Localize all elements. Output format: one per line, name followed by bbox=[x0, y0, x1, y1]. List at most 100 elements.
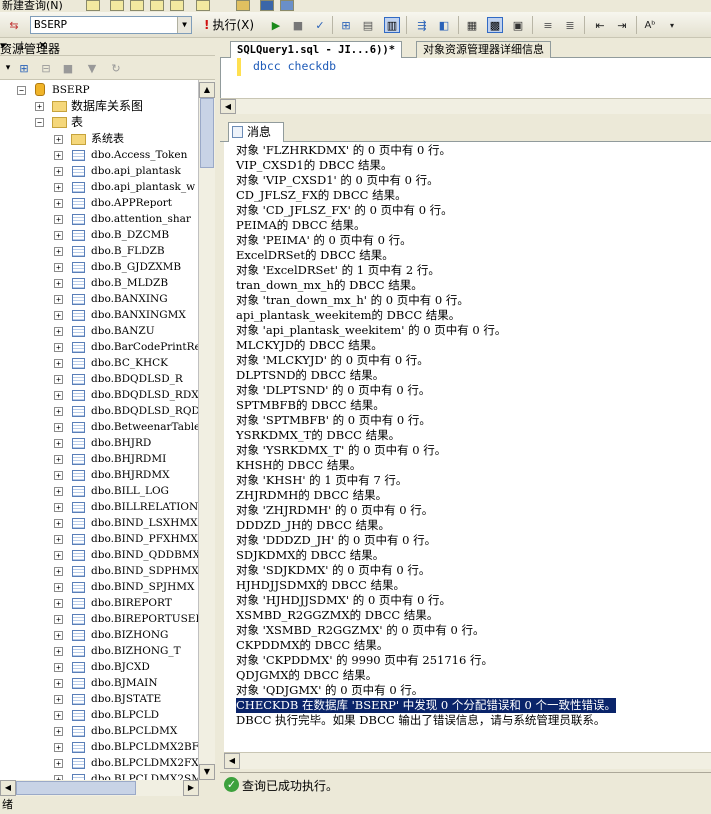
analysis-query-icon[interactable] bbox=[130, 0, 144, 11]
expand-icon[interactable]: + bbox=[54, 535, 63, 544]
available-databases-select[interactable]: BSERP ▼ bbox=[30, 16, 192, 34]
results-to-file-icon[interactable]: ▣ bbox=[510, 17, 526, 33]
tree-node-table[interactable]: + dbo.BIZHONG_T bbox=[0, 643, 198, 659]
scroll-left-icon[interactable]: ◀ bbox=[220, 99, 236, 114]
tab-object-explorer-details[interactable]: 对象资源管理器详细信息 bbox=[416, 41, 551, 58]
scroll-thumb[interactable] bbox=[200, 98, 214, 168]
expand-icon[interactable]: + bbox=[54, 759, 63, 768]
expand-icon[interactable]: + bbox=[54, 663, 63, 672]
debug-play-icon[interactable]: ▶ bbox=[268, 17, 284, 33]
comment-lines-icon[interactable]: ≡ bbox=[540, 17, 556, 33]
expand-icon[interactable]: + bbox=[54, 279, 63, 288]
estimated-plan-icon[interactable]: ⊞ bbox=[338, 17, 354, 33]
tree-node-table[interactable]: + dbo.Access_Token bbox=[0, 147, 198, 163]
tree-node-diagrams[interactable]: + 数据库关系图 bbox=[0, 98, 198, 114]
query-editor[interactable]: dbcc checkdb bbox=[220, 58, 711, 98]
tree-node-table[interactable]: + dbo.BLPCLDMX2BF bbox=[0, 739, 198, 755]
refresh-icon[interactable]: ↻ bbox=[108, 60, 124, 76]
tree-node-table[interactable]: + dbo.B_FLDZB bbox=[0, 243, 198, 259]
expand-icon[interactable]: + bbox=[54, 151, 63, 160]
expand-icon[interactable]: + bbox=[54, 199, 63, 208]
expand-icon[interactable]: + bbox=[54, 743, 63, 752]
tree-node-table[interactable]: + dbo.BLPCLDMX2SM bbox=[0, 771, 198, 780]
expand-icon[interactable]: + bbox=[54, 567, 63, 576]
new-query-button[interactable]: 新建查询(N) bbox=[2, 0, 63, 12]
tree-node-table[interactable]: + dbo.BJCXD bbox=[0, 659, 198, 675]
tree-node-table[interactable]: + dbo.BJSTATE bbox=[0, 691, 198, 707]
toolbar-options-icon[interactable]: ▾ bbox=[664, 17, 680, 33]
expand-icon[interactable]: + bbox=[54, 215, 63, 224]
expand-icon[interactable]: + bbox=[54, 455, 63, 464]
expand-icon[interactable]: + bbox=[54, 647, 63, 656]
expand-icon[interactable]: + bbox=[54, 375, 63, 384]
filter-icon[interactable]: ▼ bbox=[84, 60, 100, 76]
tree-node-table[interactable]: + dbo.BILLRELATION bbox=[0, 499, 198, 515]
expand-icon[interactable]: + bbox=[54, 503, 63, 512]
cancel-query-icon[interactable]: ■ bbox=[290, 17, 306, 33]
connect-dropdown-icon[interactable]: ▾ bbox=[0, 60, 16, 76]
tree-node-table[interactable]: + dbo.BILL_LOG bbox=[0, 483, 198, 499]
open-file-icon[interactable] bbox=[86, 0, 100, 11]
expand-icon[interactable]: + bbox=[54, 679, 63, 688]
tree-node-table[interactable]: + dbo.BANZU bbox=[0, 323, 198, 339]
query-options-icon[interactable]: ▤ bbox=[360, 17, 376, 33]
xmla-query-icon[interactable] bbox=[170, 0, 184, 11]
tree-node-table[interactable]: + dbo.BIREPORT bbox=[0, 595, 198, 611]
expand-icon[interactable]: + bbox=[54, 247, 63, 256]
open-icon[interactable] bbox=[236, 0, 250, 11]
save-all-icon[interactable] bbox=[280, 0, 294, 11]
expand-icon[interactable]: + bbox=[54, 327, 63, 336]
expand-icon[interactable]: + bbox=[54, 407, 63, 416]
expand-icon[interactable]: + bbox=[54, 263, 63, 272]
tree-node-table[interactable]: + dbo.BarCodePrintRe bbox=[0, 339, 198, 355]
tree-node-table[interactable]: + dbo.BDQDLSD_R bbox=[0, 371, 198, 387]
tree-node-table[interactable]: + dbo.BIND_LSXHMX bbox=[0, 515, 198, 531]
save-icon[interactable] bbox=[260, 0, 274, 11]
expand-icon[interactable]: + bbox=[54, 295, 63, 304]
expand-icon[interactable]: + bbox=[54, 615, 63, 624]
messages-horizontal-scrollbar[interactable]: ◀ bbox=[224, 752, 711, 769]
increase-indent-icon[interactable]: ⇥ bbox=[614, 17, 630, 33]
database-engine-query-icon[interactable] bbox=[110, 0, 124, 11]
expand-icon[interactable]: + bbox=[54, 727, 63, 736]
tree-node-table[interactable]: + dbo.B_MLDZB bbox=[0, 275, 198, 291]
tree-node-table[interactable]: + dbo.BHJRD bbox=[0, 435, 198, 451]
scroll-right-icon[interactable]: ▶ bbox=[183, 780, 199, 796]
scroll-up-icon[interactable]: ▲ bbox=[199, 82, 215, 98]
tree-node-table[interactable]: + dbo.B_GJDZXMB bbox=[0, 259, 198, 275]
expand-icon[interactable]: + bbox=[54, 343, 63, 352]
tree-node-table[interactable]: + dbo.BIND_SDPHMX bbox=[0, 563, 198, 579]
compact-query-icon[interactable] bbox=[196, 0, 210, 11]
expand-icon[interactable]: + bbox=[54, 231, 63, 240]
scroll-left-icon[interactable]: ◀ bbox=[224, 753, 240, 769]
disconnect-icon[interactable]: ⊟ bbox=[38, 60, 54, 76]
chevron-down-icon[interactable]: ▼ bbox=[177, 17, 191, 33]
tree-node-table[interactable]: + dbo.BANXING bbox=[0, 291, 198, 307]
tree-node-table[interactable]: + dbo.BDQDLSD_RQDLMX bbox=[0, 403, 198, 419]
messages-pane[interactable]: 对象 'FLZHRKDMX' 的 0 页中有 0 行。 VIP_CXSD1的 DB… bbox=[224, 142, 711, 752]
tree-node-table[interactable]: + dbo.BLPCLDMX2FX bbox=[0, 755, 198, 771]
query-text[interactable]: dbcc checkdb bbox=[253, 59, 336, 73]
tree-node-table[interactable]: + dbo.BIND_SPJHMX bbox=[0, 579, 198, 595]
expand-icon[interactable]: + bbox=[54, 695, 63, 704]
mdx-query-icon[interactable] bbox=[150, 0, 164, 11]
parse-checkmark-icon[interactable]: ✓ bbox=[312, 17, 328, 33]
include-actual-plan-icon[interactable]: ⇶ bbox=[414, 17, 430, 33]
expand-icon[interactable]: + bbox=[54, 551, 63, 560]
tree-node-table[interactable]: + dbo.BIREPORTUSER bbox=[0, 611, 198, 627]
tree-node-table[interactable]: + dbo.api_plantask bbox=[0, 163, 198, 179]
expand-icon[interactable]: + bbox=[54, 183, 63, 192]
tree-node-system-tables[interactable]: + 系统表 bbox=[0, 131, 198, 147]
tree-node-tables[interactable]: − 表 bbox=[0, 114, 198, 130]
execute-button[interactable]: ! 执行(X) bbox=[204, 17, 254, 33]
tree-node-table[interactable]: + dbo.BIND_PFXHMX bbox=[0, 531, 198, 547]
change-connection-icon[interactable]: ⇆ bbox=[6, 17, 22, 33]
intellisense-icon[interactable]: ▥ bbox=[384, 17, 400, 33]
tree-node-table[interactable]: + dbo.BIND_QDDBMX bbox=[0, 547, 198, 563]
expand-icon[interactable]: + bbox=[54, 519, 63, 528]
client-statistics-icon[interactable]: ◧ bbox=[436, 17, 452, 33]
tree-vertical-scrollbar[interactable]: ▲ ▼ bbox=[199, 80, 215, 780]
scroll-thumb[interactable] bbox=[16, 781, 136, 795]
tree-node-table[interactable]: + dbo.BLPCLD bbox=[0, 707, 198, 723]
connect-icon[interactable]: ⊞ bbox=[16, 60, 32, 76]
